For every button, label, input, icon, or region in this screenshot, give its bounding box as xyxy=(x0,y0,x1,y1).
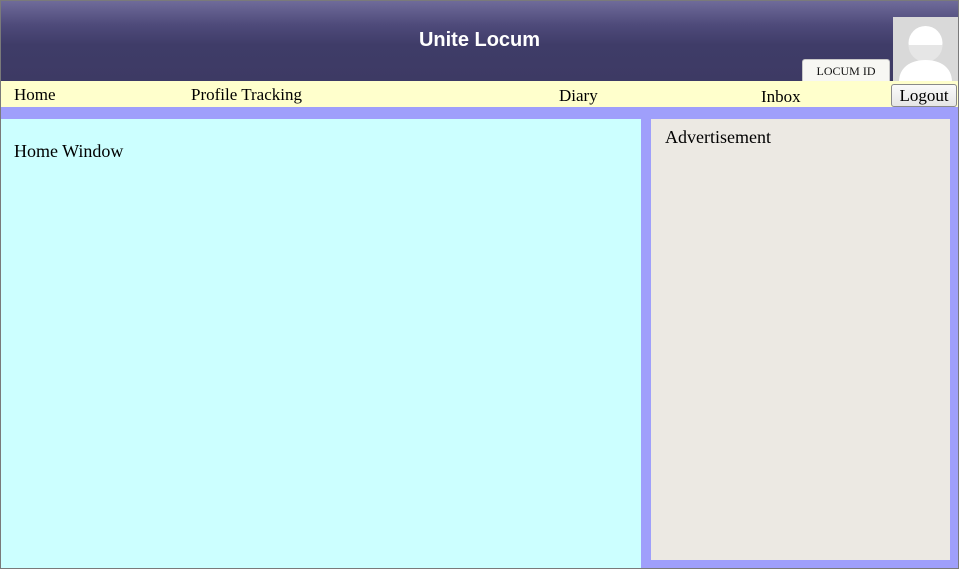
nav-item-diary[interactable]: Diary xyxy=(559,86,598,106)
home-window-label: Home Window xyxy=(14,141,124,161)
content-area: Home Window Advertisement xyxy=(1,107,958,568)
logout-button[interactable]: Logout xyxy=(891,84,957,107)
user-avatar-icon xyxy=(893,17,958,82)
locum-id-tab[interactable]: LOCUM ID xyxy=(802,59,890,81)
nav-bar: Home Profile Tracking Diary Inbox xyxy=(1,81,958,107)
advertisement-label: Advertisement xyxy=(665,127,771,147)
nav-item-profile-tracking[interactable]: Profile Tracking xyxy=(191,85,302,105)
app-window: Unite Locum LOCUM ID Home Profile Tracki… xyxy=(0,0,959,569)
home-window: Home Window xyxy=(1,119,641,568)
nav-item-home[interactable]: Home xyxy=(14,85,56,105)
avatar[interactable] xyxy=(893,17,958,82)
header-bar: Unite Locum LOCUM ID xyxy=(1,1,958,82)
advertisement-panel: Advertisement xyxy=(651,119,950,560)
app-title: Unite Locum xyxy=(418,29,541,51)
nav-item-inbox[interactable]: Inbox xyxy=(761,87,801,107)
